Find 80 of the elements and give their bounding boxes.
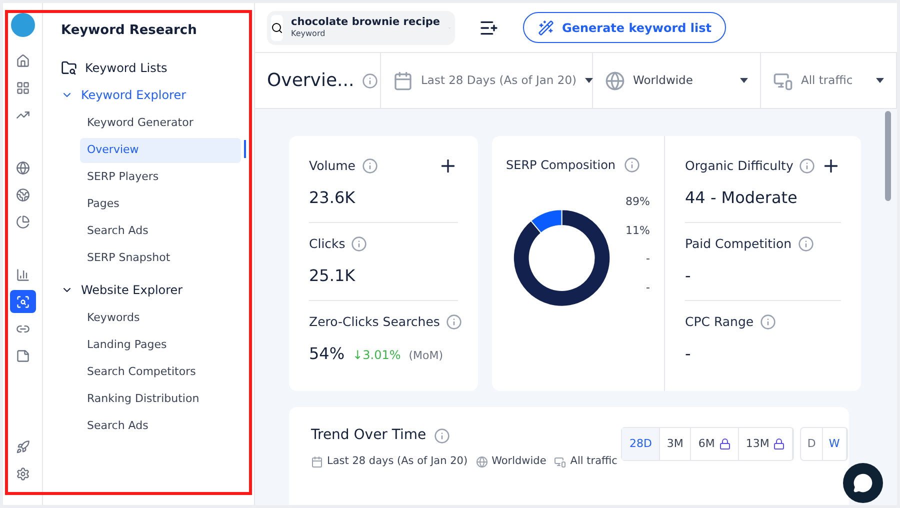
change-period: (MoM)	[408, 348, 444, 364]
sidebar-item[interactable]: Pages	[80, 192, 246, 216]
sidebar-item[interactable]: Landing Pages	[80, 332, 246, 358]
sidebar-item[interactable]: Search Ads	[80, 414, 246, 438]
range-tab[interactable]: 28D	[622, 428, 660, 460]
sidebar-group[interactable]: Keyword Explorer	[61, 82, 186, 108]
calendar-icon	[393, 70, 413, 90]
legend-value: 11%	[626, 222, 650, 238]
devices-icon	[554, 456, 566, 468]
globe-icon	[476, 456, 488, 468]
avatar[interactable]	[10, 13, 34, 37]
chat-icon	[853, 473, 873, 493]
devices-icon	[773, 70, 793, 90]
sidebar-group[interactable]: Website Explorer	[61, 276, 183, 304]
lock-icon	[718, 438, 731, 450]
trend-filter: Worldwide	[492, 454, 546, 469]
card-title: Trend Over Time	[311, 426, 426, 445]
search-icon	[271, 22, 283, 34]
scrollbar-thumb[interactable]	[885, 111, 891, 201]
metric-value: -	[685, 264, 691, 287]
page-title: Overvie...	[267, 69, 354, 93]
metric-label: Paid Competition	[685, 235, 792, 253]
sidebar-item[interactable]: Search Competitors	[80, 360, 246, 384]
filter-dropdown[interactable]: All traffic	[761, 53, 897, 108]
granularity-tab[interactable]: D	[801, 428, 823, 460]
legend-value: -	[646, 251, 650, 267]
legend-value: -	[646, 280, 650, 296]
info-icon[interactable]	[798, 236, 814, 252]
generate-button[interactable]: Generate keyword list	[523, 12, 726, 43]
metric-label: Volume	[309, 156, 356, 175]
caret-icon	[584, 78, 592, 83]
sidebar-item[interactable]: Overview	[80, 138, 241, 162]
sidebar-item[interactable]: Keyword Generator	[80, 110, 246, 136]
filter-dropdown[interactable]: Last 28 Days (As of Jan 20)	[381, 53, 593, 108]
info-icon[interactable]	[446, 314, 462, 330]
range-tab[interactable]: 13M	[738, 428, 794, 460]
sidebar-title: Keyword Research	[61, 22, 198, 40]
calendar-icon	[311, 456, 323, 468]
info-icon[interactable]	[624, 157, 640, 173]
range-tab[interactable]: 3M	[660, 428, 692, 460]
sidebar-item[interactable]: SERP Snapshot	[80, 246, 246, 270]
info-icon[interactable]	[760, 314, 776, 330]
metric-value: 44 - Moderate	[685, 187, 798, 209]
search-type: Keyword	[291, 29, 326, 40]
sidebar-item[interactable]: Search Ads	[80, 218, 246, 244]
metric-value: -	[685, 342, 691, 364]
metric-value: 25.1K	[309, 264, 356, 287]
metric-label: Organic Difficulty	[685, 156, 794, 175]
caret-icon	[876, 78, 884, 83]
magic-wand-icon	[538, 20, 554, 36]
trend-filter: Last 28 days (As of Jan 20)	[327, 454, 468, 469]
sidebar-item[interactable]: Ranking Distribution	[80, 386, 246, 412]
card-title: SERP Composition	[506, 157, 616, 174]
sidebar-item[interactable]: Keyword Lists	[61, 54, 168, 82]
info-icon[interactable]	[434, 428, 450, 444]
sidebar-item[interactable]: SERP Players	[80, 164, 246, 190]
metric-value: 54%	[309, 342, 345, 364]
folder-search-icon	[61, 60, 77, 76]
range-tab[interactable]: 6M	[691, 428, 739, 460]
metric-value: 23.6K	[309, 187, 356, 209]
info-icon[interactable]	[362, 72, 378, 88]
filter-dropdown[interactable]: Worldwide	[593, 53, 761, 108]
metric-label: Zero-Clicks Searches	[309, 312, 440, 331]
info-icon[interactable]	[351, 236, 368, 252]
search-value: chocolate brownie recipe	[291, 16, 440, 30]
legend-value: 89%	[626, 194, 650, 210]
trend-filter: All traffic	[570, 454, 618, 469]
granularity-tab[interactable]: W	[822, 428, 847, 460]
caret-icon	[740, 78, 748, 83]
chat-button[interactable]	[843, 463, 883, 503]
change-value: ↓3.01%	[352, 346, 401, 364]
search-field[interactable]: chocolate brownie recipe Keyword	[267, 10, 455, 44]
metric-label: CPC Range	[685, 312, 754, 331]
globe-icon	[605, 70, 625, 90]
info-icon[interactable]	[362, 158, 378, 174]
lock-icon	[773, 438, 786, 450]
search-icon[interactable]	[10, 290, 36, 313]
metric-label: Clicks	[309, 235, 346, 253]
info-icon[interactable]	[799, 158, 816, 174]
sidebar-item[interactable]: Keywords	[80, 306, 246, 330]
